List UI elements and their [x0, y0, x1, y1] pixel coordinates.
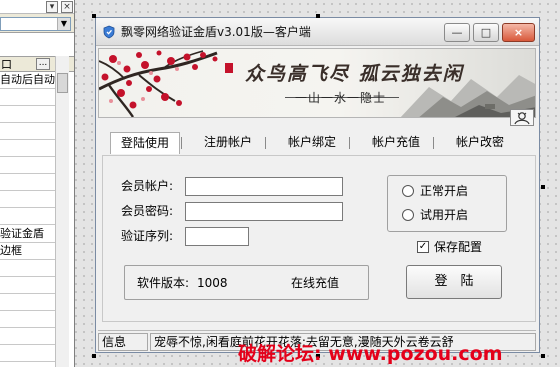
property-row-text[interactable]: 验证金盾	[0, 227, 55, 241]
serial-input[interactable]	[185, 227, 249, 246]
red-seal-stamp	[225, 63, 233, 73]
restore-button[interactable]: □	[473, 23, 499, 42]
password-input[interactable]	[185, 202, 343, 221]
login-button[interactable]: 登 陆	[406, 265, 502, 299]
tab-bind-account[interactable]: 帐户绑定	[276, 132, 348, 154]
save-config-checkbox[interactable]: ✓	[417, 241, 429, 253]
property-panel-dropdown-icon[interactable]: ▾	[46, 1, 58, 13]
selection-handle[interactable]	[92, 14, 96, 18]
property-row-divider	[0, 344, 55, 345]
property-row-divider	[0, 139, 55, 140]
property-row-divider	[0, 276, 55, 277]
tab-strip: 登陆使用 注册帐户 帐户绑定 帐户充值 帐户改密	[98, 132, 536, 154]
property-panel-title-strip: ▾ ×	[0, 0, 74, 14]
property-row-divider	[0, 242, 55, 243]
minimize-button[interactable]: —	[444, 23, 470, 42]
radio-trial-label[interactable]: 试用开启	[420, 207, 468, 223]
property-row-divider	[0, 156, 55, 157]
banner-subtitle: 一山一水一隐士	[295, 91, 387, 105]
property-row-text[interactable]: 自动后自动	[0, 73, 55, 87]
selection-handle[interactable]	[541, 354, 545, 358]
version-label: 软件版本:	[137, 276, 190, 290]
property-row-divider	[0, 310, 55, 311]
banner-poem: 众鸟高飞尽 孤云独去闲	[245, 63, 464, 85]
version-value: 1008	[197, 276, 228, 290]
property-row-divider	[0, 327, 55, 328]
tab-separator	[433, 137, 434, 149]
skin-settings-button[interactable]	[510, 109, 534, 126]
tab-separator	[265, 137, 266, 149]
client-window: 飘零网络验证金盾v3.01版—客户端 — □ × 众鸟高飞尽 孤云独去闲 一山一…	[95, 17, 540, 353]
property-row-divider	[0, 122, 55, 123]
forum-watermark: 破解论坛: www.pozou.com	[238, 343, 503, 365]
tab-change-password[interactable]: 帐户改密	[444, 132, 516, 154]
property-row-divider	[0, 207, 55, 208]
window-titlebar[interactable]: 飘零网络验证金盾v3.01版—客户端 — □ ×	[96, 18, 539, 46]
online-recharge-link[interactable]: 在线充值	[291, 275, 339, 291]
property-row-divider	[0, 88, 55, 89]
minimize-icon: —	[451, 26, 463, 39]
property-panel: ▾ × ▼ 口 ... 自动后自动验证金盾边框	[0, 0, 75, 367]
close-button[interactable]: ×	[502, 23, 535, 42]
chevron-down-icon[interactable]: ▼	[57, 18, 70, 30]
selection-handle[interactable]	[316, 14, 320, 18]
selection-handle[interactable]	[541, 185, 545, 189]
property-row-divider	[0, 105, 55, 106]
login-panel: 会员帐户: 会员密码: 验证序列: 正常开启 试用开启 ✓ 保存配置 软件版本:…	[102, 155, 536, 322]
tab-login[interactable]: 登陆使用	[110, 132, 180, 154]
save-config-label[interactable]: 保存配置	[434, 239, 482, 255]
property-panel-close-icon[interactable]: ×	[61, 1, 73, 13]
property-row-divider	[0, 259, 55, 260]
property-row-divider	[0, 190, 55, 191]
property-ellipsis-button[interactable]: ...	[36, 58, 50, 70]
selection-handle[interactable]	[92, 354, 96, 358]
scrollbar-thumb[interactable]	[57, 73, 68, 93]
restore-icon: □	[480, 26, 492, 39]
tab-separator	[349, 137, 350, 149]
checkmark-icon: ✓	[418, 241, 428, 252]
property-row-divider	[0, 361, 55, 362]
property-row-divider	[0, 173, 55, 174]
status-label: 信息	[98, 333, 148, 351]
serial-label: 验证序列:	[121, 229, 174, 243]
tab-separator	[181, 137, 182, 149]
tab-recharge[interactable]: 帐户充值	[360, 132, 432, 154]
property-row-text[interactable]: 边框	[0, 244, 55, 258]
object-selector-combo[interactable]: ▼	[0, 17, 71, 31]
property-grid-scrollbar[interactable]	[55, 56, 69, 367]
banner-image: 众鸟高飞尽 孤云独去闲 一山一水一隐士	[98, 48, 536, 118]
window-title: 飘零网络验证金盾v3.01版—客户端	[121, 25, 311, 39]
property-panel-toolbar: ▾ × ▼	[0, 0, 74, 33]
account-input[interactable]	[185, 177, 343, 196]
radio-normal[interactable]	[402, 185, 414, 197]
radio-trial[interactable]	[402, 209, 414, 221]
account-label: 会员帐户:	[121, 179, 174, 193]
property-header-text: 口	[1, 58, 12, 71]
version-panel: 软件版本: 1008 在线充值	[124, 265, 369, 300]
radio-normal-label[interactable]: 正常开启	[420, 183, 468, 199]
app-shield-icon	[103, 25, 115, 39]
figure-icon	[514, 112, 530, 125]
property-row-divider	[0, 293, 55, 294]
property-row-divider	[0, 224, 55, 225]
close-icon: ×	[513, 26, 524, 39]
password-label: 会员密码:	[121, 204, 174, 218]
tab-register[interactable]: 注册帐户	[192, 132, 264, 154]
